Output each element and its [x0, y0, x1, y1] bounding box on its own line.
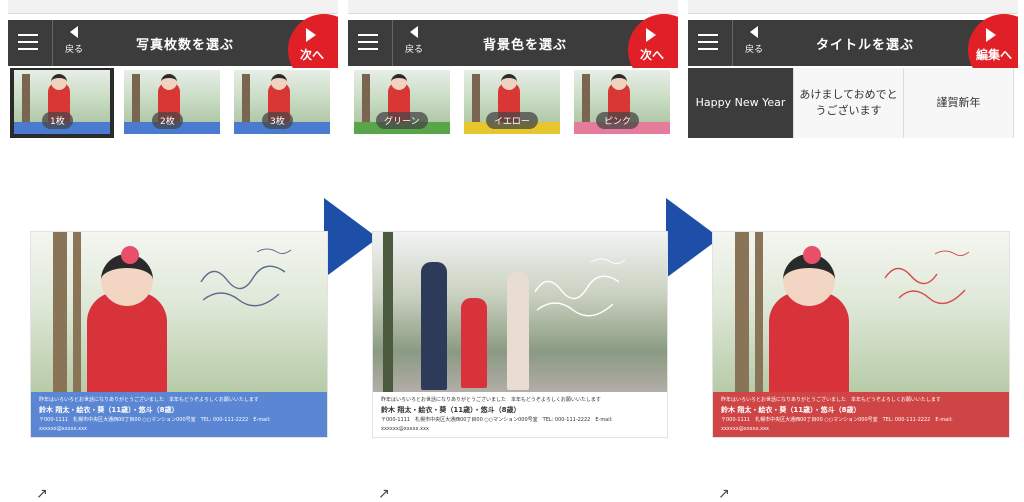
triangle-left-icon [70, 26, 78, 38]
photo-count-panel: 戻る 写真枚数を選ぶ 次へ 1枚 2枚 3枚 [8, 0, 338, 140]
browser-top-strip [8, 0, 338, 14]
card-names: 鈴木 翔太・絵衣・葵（11歳）・悠斗（8歳） [721, 405, 861, 414]
option-3-photos[interactable]: 3枚 [230, 68, 334, 138]
top-bar: 戻る 写真枚数を選ぶ 次へ [8, 14, 338, 86]
card-message: 昨年はいろいろとお世話になりありがとうございました 本年もどうぞよろしくお願いい… [381, 397, 601, 403]
back-button[interactable]: 戻る [398, 26, 430, 55]
option-label: 1枚 [42, 112, 73, 129]
title-options: Happy New Year あけましておめでとうございます 謹賀新年 [688, 68, 1018, 138]
option-label: イエロー [486, 112, 538, 129]
greeting-lettering [527, 252, 637, 332]
card-address: 〒000-1111 札幌市中央区大通西00丁目00 ○○マンション000号室 T… [381, 417, 613, 432]
option-label: ピンク [596, 112, 640, 129]
arrow-up-right-icon[interactable]: ↗ [36, 486, 48, 502]
card-preview-red: 昨年はいろいろとお世話になりありがとうございました 本年もどうぞよろしくお願いい… [712, 231, 1010, 438]
option-label: 3枚 [262, 112, 293, 129]
triangle-right-icon [646, 28, 656, 42]
option-pink[interactable]: ピンク [570, 68, 674, 138]
triangle-right-icon [986, 28, 996, 42]
divider [392, 20, 393, 66]
back-label: 戻る [404, 45, 423, 55]
next-label: 次へ [300, 48, 325, 62]
browser-top-strip [348, 0, 678, 14]
divider [732, 20, 733, 66]
option-yellow[interactable]: イエロー [460, 68, 564, 138]
card-photo [373, 232, 667, 392]
page-title: 写真枚数を選ぶ [135, 38, 234, 53]
top-bar: 戻る タイトルを選ぶ 編集へ [688, 14, 1018, 86]
flow-arrow-icon [324, 198, 378, 278]
card-footer: 昨年はいろいろとお世話になりありがとうございました 本年もどうぞよろしくお願いい… [713, 392, 1009, 437]
card-footer: 昨年はいろいろとお世話になりありがとうございました 本年もどうぞよろしくお願いい… [373, 392, 667, 437]
back-button[interactable]: 戻る [58, 26, 90, 55]
option-label: 2枚 [152, 112, 183, 129]
option-akemashite[interactable]: あけましておめでとうございます [794, 68, 904, 138]
triangle-left-icon [410, 26, 418, 38]
greeting-lettering [193, 242, 303, 322]
next-label: 次へ [640, 48, 665, 62]
next-label: 編集へ [976, 48, 1013, 62]
triangle-left-icon [750, 26, 758, 38]
card-address: 〒000-1111 札幌市中央区大通西00丁目00 ○○マンション000号室 T… [721, 417, 953, 432]
back-label: 戻る [64, 45, 83, 55]
card-photo [31, 232, 327, 392]
background-color-panel: 戻る 背景色を選ぶ 次へ グリーン イエロー ピンク [348, 0, 678, 140]
option-happy-new-year[interactable]: Happy New Year [688, 68, 794, 138]
back-label: 戻る [744, 45, 763, 55]
greeting-lettering [875, 242, 985, 322]
hamburger-icon[interactable] [358, 34, 378, 50]
hamburger-icon[interactable] [18, 34, 38, 50]
card-address: 〒000-1111 札幌市中央区大通西00丁目00 ○○マンション000号室 T… [39, 417, 271, 432]
top-bar: 戻る 背景色を選ぶ 次へ [348, 14, 678, 86]
triangle-right-icon [306, 28, 316, 42]
card-preview-white: 昨年はいろいろとお世話になりありがとうございました 本年もどうぞよろしくお願いい… [372, 231, 668, 438]
title-select-panel: 戻る タイトルを選ぶ 編集へ Happy New Year あけましておめでとう… [688, 0, 1018, 140]
option-kinga-shinnen[interactable]: 謹賀新年 [904, 68, 1014, 138]
card-names: 鈴木 翔太・絵衣・葵（11歳）・悠斗（8歳） [39, 405, 179, 414]
browser-top-strip [688, 0, 1018, 14]
photo-count-options: 1枚 2枚 3枚 [8, 68, 338, 138]
back-button[interactable]: 戻る [738, 26, 770, 55]
card-photo [713, 232, 1009, 392]
page-title: 背景色を選ぶ [482, 38, 567, 53]
page-title: タイトルを選ぶ [815, 38, 914, 53]
arrow-up-right-icon[interactable]: ↗ [718, 486, 730, 502]
option-label: グリーン [376, 112, 428, 129]
option-1-photo[interactable]: 1枚 [10, 68, 114, 138]
card-preview-blue: 昨年はいろいろとお世話になりありがとうございました 本年もどうぞよろしくお願いい… [30, 231, 328, 438]
background-color-options: グリーン イエロー ピンク [348, 68, 678, 138]
hamburger-icon[interactable] [698, 34, 718, 50]
card-footer: 昨年はいろいろとお世話になりありがとうございました 本年もどうぞよろしくお願いい… [31, 392, 327, 437]
card-message: 昨年はいろいろとお世話になりありがとうございました 本年もどうぞよろしくお願いい… [39, 397, 259, 403]
option-green[interactable]: グリーン [350, 68, 454, 138]
card-names: 鈴木 翔太・絵衣・葵（11歳）・悠斗（8歳） [381, 405, 521, 414]
arrow-up-right-icon[interactable]: ↗ [378, 486, 390, 502]
card-message: 昨年はいろいろとお世話になりありがとうございました 本年もどうぞよろしくお願いい… [721, 397, 941, 403]
divider [52, 20, 53, 66]
option-2-photos[interactable]: 2枚 [120, 68, 224, 138]
